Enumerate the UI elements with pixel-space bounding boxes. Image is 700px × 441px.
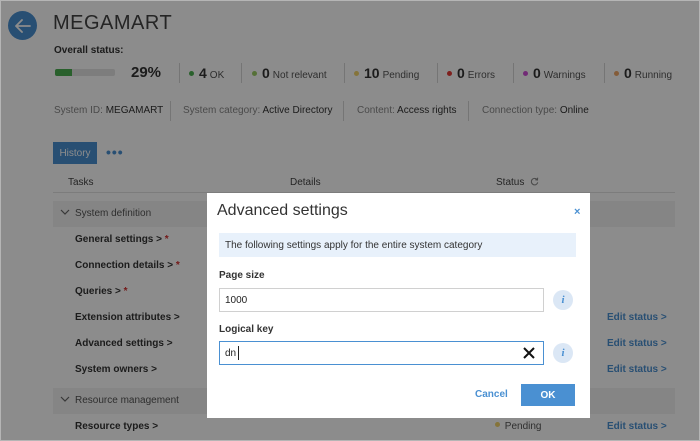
logical-key-input[interactable]: dn — [219, 341, 544, 365]
text-caret — [238, 346, 239, 360]
page-size-input[interactable]: 1000 — [219, 288, 544, 312]
ok-button[interactable]: OK — [521, 384, 575, 406]
logical-key-value: dn — [225, 348, 237, 359]
info-icon[interactable]: i — [553, 290, 573, 310]
dialog-title: Advanced settings — [217, 202, 348, 219]
cancel-button[interactable]: Cancel — [475, 389, 508, 400]
logical-key-label: Logical key — [219, 324, 274, 335]
clear-icon[interactable] — [522, 346, 536, 360]
advanced-settings-dialog: Advanced settings × The following settin… — [207, 193, 590, 418]
info-banner-text: The following settings apply for the ent… — [225, 240, 483, 251]
app-page: MEGAMART Overall status: 29% 4 OK 0 Not … — [0, 0, 700, 441]
info-banner: The following settings apply for the ent… — [219, 233, 576, 257]
close-icon[interactable]: × — [574, 206, 580, 218]
info-icon[interactable]: i — [553, 343, 573, 363]
page-size-value: 1000 — [225, 295, 248, 306]
page-size-label: Page size — [219, 270, 265, 281]
